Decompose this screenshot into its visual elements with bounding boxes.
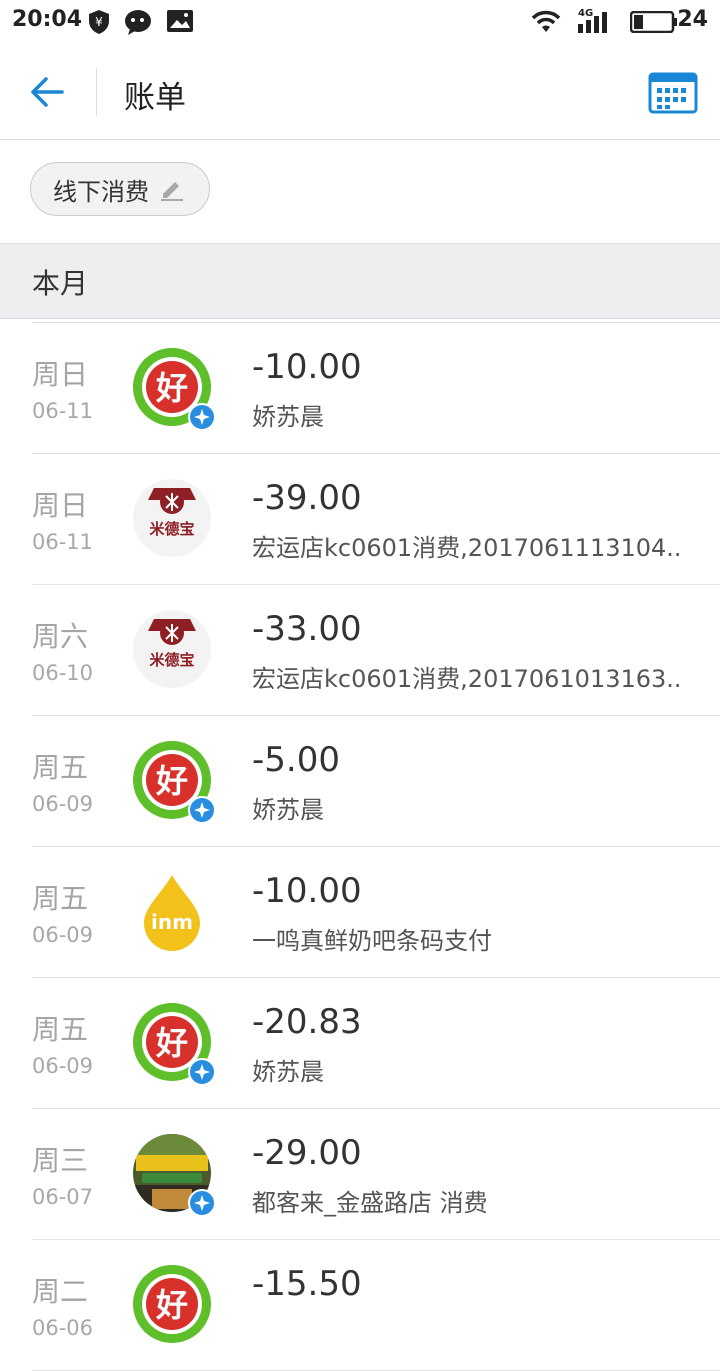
wifi-icon [531, 10, 561, 32]
hao-merchant-logo: 好 [132, 1264, 212, 1344]
image-notification-icon [167, 10, 193, 32]
transaction-date: 06-11 [32, 399, 94, 423]
transaction-row[interactable]: 周日 06-11 好 -10.00 娇苏晨 [32, 322, 720, 454]
transaction-date: 06-09 [32, 923, 94, 947]
transaction-desc: 娇苏晨 [252, 796, 324, 824]
transaction-amount: -33.00 [252, 609, 362, 649]
transaction-desc: 都客来_金盛路店 消费 [252, 1189, 488, 1217]
hao-merchant-logo: 好 [132, 1002, 216, 1086]
svg-text:好: 好 [155, 369, 188, 407]
transaction-amount: -5.00 [252, 740, 340, 780]
battery-icon [630, 11, 677, 33]
hao-merchant-logo: 好 [132, 347, 216, 431]
transaction-row[interactable]: 周五 06-09 inm -10.00 一鸣真鲜奶吧条码支付 [32, 847, 720, 978]
section-header: 本月 [0, 243, 720, 319]
transaction-day: 周日 [32, 358, 89, 391]
page-title: 账单 [124, 80, 186, 116]
transaction-day: 周五 [32, 882, 89, 915]
svg-text:米德宝: 米德宝 [149, 520, 194, 538]
transaction-amount: -29.00 [252, 1133, 362, 1173]
edit-pencil-icon [161, 182, 183, 201]
transaction-desc: 娇苏晨 [252, 403, 324, 431]
transaction-amount: -15.50 [252, 1264, 362, 1304]
transaction-row[interactable]: 周日 06-11 米德宝 -39.00 宏运店kc0601消费,20170611… [32, 454, 720, 585]
transaction-row[interactable]: 周五 06-09 好 -5.00 娇苏晨 [32, 716, 720, 847]
back-arrow-icon[interactable] [24, 68, 72, 116]
status-bar: 20:04 ¥ 4G 24 [0, 0, 720, 44]
transaction-day: 周二 [32, 1275, 89, 1308]
svg-text:¥: ¥ [95, 15, 103, 29]
calendar-icon[interactable] [648, 70, 698, 114]
transaction-date: 06-11 [32, 530, 94, 554]
filter-area: 线下消费 [0, 140, 720, 243]
app-bar: 账单 [0, 44, 720, 140]
shield-yuan-icon: ¥ [89, 10, 109, 34]
transaction-amount: -10.00 [252, 347, 362, 387]
svg-text:inm: inm [151, 910, 193, 934]
verified-badge-icon [188, 796, 216, 824]
svg-text:米德宝: 米德宝 [149, 651, 194, 669]
inm-merchant-logo: inm [132, 871, 212, 951]
midebao-merchant-logo: 米德宝 [132, 478, 212, 558]
transaction-date: 06-09 [32, 1054, 94, 1078]
section-title: 本月 [32, 267, 89, 300]
svg-text:好: 好 [155, 762, 188, 800]
transaction-list: 周日 06-11 好 -10.00 娇苏晨 周日 06-11 米德宝 -39.0… [0, 322, 720, 1371]
transaction-desc: 宏运店kc0601消费,2017061013163.. [252, 665, 682, 693]
filter-chip[interactable]: 线下消费 [30, 162, 210, 216]
hao-merchant-logo: 好 [132, 740, 216, 824]
store-photo [132, 1133, 216, 1217]
transaction-day: 周日 [32, 489, 89, 522]
transaction-amount: -20.83 [252, 1002, 362, 1042]
transaction-row[interactable]: 周三 06-07 -29.00 都客来_金盛路店 消费 [32, 1109, 720, 1240]
transaction-desc: 娇苏晨 [252, 1058, 324, 1086]
transaction-date: 06-09 [32, 792, 94, 816]
filter-chip-label: 线下消费 [53, 177, 149, 206]
signal-icon [578, 12, 607, 33]
transaction-row[interactable]: 周五 06-09 好 -20.83 娇苏晨 [32, 978, 720, 1109]
transaction-row[interactable]: 周六 06-10 米德宝 -33.00 宏运店kc0601消费,20170610… [32, 585, 720, 716]
transaction-amount: -39.00 [252, 478, 362, 518]
transaction-day: 周五 [32, 751, 89, 784]
battery-level: 24 [677, 7, 708, 32]
status-time: 20:04 [12, 7, 83, 32]
midebao-merchant-logo: 米德宝 [132, 609, 212, 689]
verified-badge-icon [188, 403, 216, 431]
transaction-desc: 一鸣真鲜奶吧条码支付 [252, 927, 492, 955]
wechat-icon [125, 10, 151, 35]
transaction-day: 周三 [32, 1144, 89, 1177]
verified-badge-icon [188, 1189, 216, 1217]
svg-text:好: 好 [155, 1286, 188, 1324]
transaction-amount: -10.00 [252, 871, 362, 911]
transaction-day: 周五 [32, 1013, 89, 1046]
header-divider [96, 68, 97, 116]
transaction-day: 周六 [32, 620, 89, 653]
svg-text:好: 好 [155, 1024, 188, 1062]
transaction-date: 06-10 [32, 661, 94, 685]
transaction-date: 06-06 [32, 1316, 94, 1340]
transaction-date: 06-07 [32, 1185, 94, 1209]
transaction-row[interactable]: 周二 06-06 好 -15.50 [32, 1240, 720, 1371]
transaction-desc: 宏运店kc0601消费,2017061113104.. [252, 534, 682, 562]
verified-badge-icon [188, 1058, 216, 1086]
